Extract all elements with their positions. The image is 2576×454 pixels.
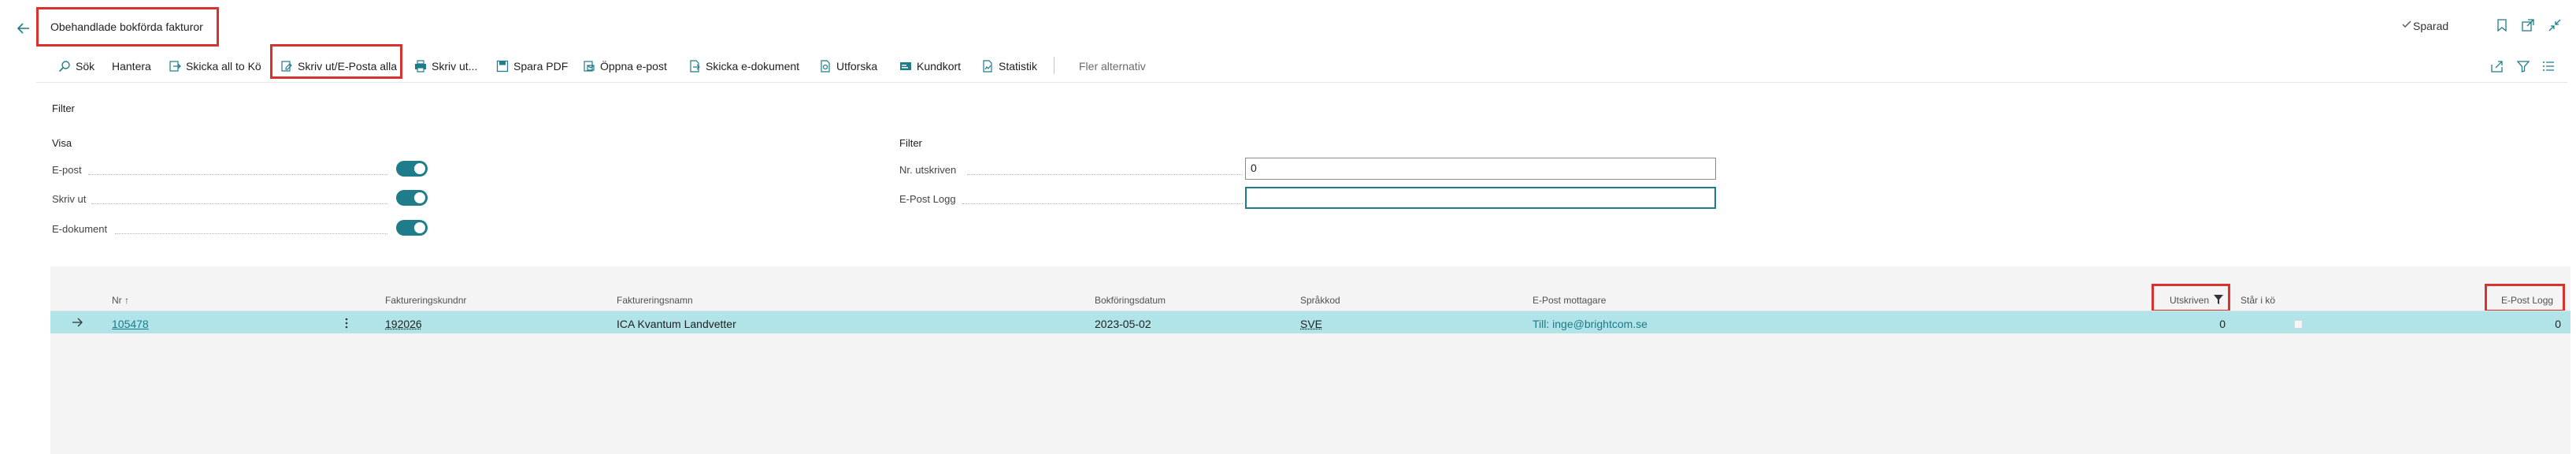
action-bar: Sök Hantera Skicka all to Kö Skriv ut/E-…	[50, 44, 2570, 82]
edokument-leader	[115, 233, 387, 234]
open-new-window-icon[interactable]	[2522, 19, 2534, 35]
skriv-ut-toggle[interactable]	[396, 190, 428, 206]
oppna-epost-label: Öppna e-post	[600, 60, 667, 73]
skicka-edokument-label: Skicka e-dokument	[706, 60, 800, 73]
row-actions-icon[interactable]	[345, 318, 348, 333]
cell-nr[interactable]: 105478	[112, 318, 149, 330]
skicka-all-button[interactable]: Skicka all to Kö	[169, 50, 261, 82]
kundkort-button[interactable]: Kundkort	[899, 50, 961, 82]
collapse-icon[interactable]	[2548, 19, 2561, 35]
cell-sprakkod[interactable]: SVE	[1300, 318, 1322, 330]
customer-card-icon	[900, 62, 911, 70]
utforska-button[interactable]: Utforska	[819, 50, 877, 82]
cell-mottagare[interactable]: Till: inge@brightcom.se	[1533, 318, 1648, 330]
col-datum[interactable]: Bokföringsdatum	[1095, 295, 1166, 306]
bookmark-icon[interactable]	[2496, 19, 2507, 35]
checkmark-icon	[2402, 19, 2411, 33]
utforska-label: Utforska	[836, 60, 878, 73]
oppna-epost-button[interactable]: Öppna e-post	[583, 50, 667, 82]
print-email-icon	[281, 61, 292, 72]
statistik-button[interactable]: Statistik	[981, 50, 1037, 82]
hantera-menu[interactable]: Hantera	[112, 50, 151, 82]
saved-status: Sparad	[2413, 20, 2449, 32]
explore-icon	[821, 60, 830, 73]
col-star-i-ko[interactable]: Står i kö	[2241, 295, 2275, 306]
kundkort-label: Kundkort	[917, 60, 962, 73]
filter-icon	[2214, 295, 2224, 304]
col-nr[interactable]: Nr ↑	[112, 295, 129, 306]
col-epost-logg[interactable]: E-Post Logg	[2501, 295, 2553, 306]
epost-toggle[interactable]	[396, 161, 428, 177]
cell-epost-logg: 0	[2555, 318, 2561, 330]
skriv-ut-label: Skriv ut	[52, 193, 87, 205]
skicka-edokument-button[interactable]: Skicka e-dokument	[688, 50, 799, 82]
nr-utskriven-leader	[967, 173, 1243, 175]
spara-pdf-label: Spara PDF	[513, 60, 569, 73]
filter-heading: Filter	[52, 102, 75, 114]
skriv-ut-label: Skriv ut...	[432, 60, 478, 73]
search-button[interactable]: Sök	[58, 50, 95, 82]
send-queue-icon	[169, 61, 181, 72]
back-button[interactable]	[9, 14, 38, 43]
col-namn[interactable]: Faktureringsnamn	[617, 295, 693, 306]
statistics-icon	[983, 60, 992, 73]
cell-kundnr[interactable]: 192026	[385, 318, 422, 330]
epost-leader	[88, 173, 387, 175]
action-bar-divider	[36, 82, 2567, 83]
document-send-icon	[690, 60, 700, 73]
filter-icon[interactable]	[2516, 60, 2530, 76]
cell-datum: 2023-05-02	[1095, 318, 1151, 330]
edokument-toggle[interactable]	[396, 220, 428, 236]
statistik-label: Statistik	[999, 60, 1038, 73]
page-title: Obehandlade bokförda fakturor	[50, 20, 203, 33]
skriv-ut-button[interactable]: Skriv ut...	[414, 50, 477, 82]
row-arrow-icon	[72, 317, 83, 331]
col-kundnr[interactable]: Faktureringskundnr	[385, 295, 466, 306]
share-icon[interactable]	[2491, 60, 2504, 76]
nr-utskriven-label: Nr. utskriven	[899, 164, 957, 176]
edokument-label: E-dokument	[52, 223, 108, 235]
col-sprakkod[interactable]: Språkkod	[1300, 295, 1340, 306]
arrow-left-icon	[17, 23, 29, 34]
skriv-ut-leader	[91, 203, 387, 204]
epost-logg-label: E-Post Logg	[899, 193, 956, 205]
list-view-icon[interactable]	[2542, 60, 2555, 76]
epost-label: E-post	[52, 164, 82, 176]
skriv-ut-alla-label: Skriv ut/E-Posta alla	[298, 60, 398, 73]
col-mottagare[interactable]: E-Post mottagare	[1533, 295, 1606, 306]
spara-pdf-button[interactable]: Spara PDF	[496, 50, 568, 82]
skriv-ut-alla-button[interactable]: Skriv ut/E-Posta alla	[280, 50, 397, 82]
skicka-all-label: Skicka all to Kö	[186, 60, 261, 73]
epost-logg-leader	[962, 203, 1243, 204]
save-icon	[496, 60, 509, 73]
visa-heading: Visa	[52, 137, 72, 149]
col-utskriven-label: Utskriven	[2170, 295, 2210, 306]
search-label: Sök	[76, 60, 95, 73]
printer-icon	[415, 60, 426, 73]
star-i-ko-checkbox[interactable]	[2294, 320, 2303, 329]
filter-right-heading: Filter	[899, 137, 922, 149]
epost-logg-field[interactable]	[1245, 187, 1716, 209]
more-options-label: Fler alternativ	[1079, 60, 1146, 73]
col-utskriven[interactable]: Utskriven	[2170, 295, 2224, 306]
cell-utskriven: 0	[2219, 318, 2226, 330]
nr-utskriven-field[interactable]: 0	[1245, 158, 1716, 180]
open-email-icon	[584, 61, 595, 72]
search-icon	[58, 61, 70, 73]
cell-namn: ICA Kvantum Landvetter	[617, 318, 736, 330]
hantera-label: Hantera	[112, 60, 151, 73]
more-options-button[interactable]: Fler alternativ	[1079, 50, 1146, 82]
